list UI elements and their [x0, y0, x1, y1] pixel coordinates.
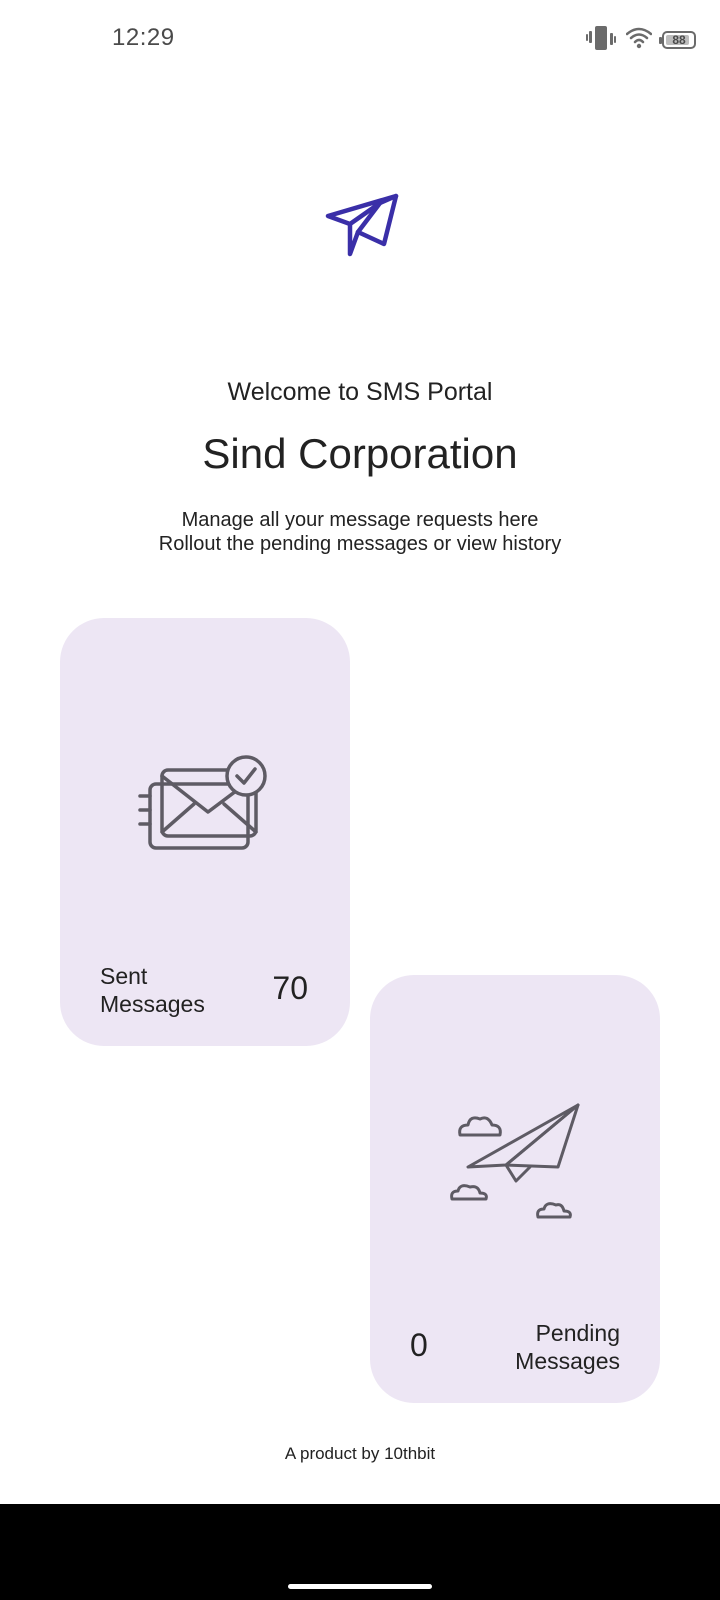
system-navigation-bar [0, 1504, 720, 1600]
subtitle: Manage all your message requests here Ro… [0, 508, 720, 556]
battery-icon: 88 [659, 31, 696, 49]
sent-label-line-2: Messages [100, 991, 205, 1017]
pending-messages-count: 0 [410, 1327, 428, 1363]
footer-credit: A product by 10thbit [284, 1444, 436, 1463]
pending-label-line-1: Pending [535, 1320, 620, 1346]
sent-label-line-1: Sent [100, 963, 148, 989]
pending-messages-card[interactable]: 0 Pending Messages [370, 975, 660, 1403]
sms-portal-home-screen: 12:29 88 Welcome to SMS Portal Sind Corp… [0, 0, 720, 1600]
home-gesture-bar[interactable] [288, 1584, 432, 1589]
status-bar: 12:29 88 [0, 0, 720, 80]
paper-plane-icon [324, 190, 400, 266]
status-icons: 88 [586, 25, 696, 56]
sent-envelope-icon [138, 754, 272, 854]
paper-plane-clouds-icon [448, 1101, 582, 1225]
battery-percentage: 88 [672, 33, 686, 47]
pending-label-line-2: Messages [515, 1348, 620, 1374]
status-time: 12:29 [112, 24, 175, 51]
wifi-icon [625, 27, 653, 54]
pending-messages-label: Pending Messages [515, 1319, 620, 1375]
vibrate-icon [586, 25, 616, 56]
sent-messages-count: 70 [272, 970, 308, 1006]
org-name: Sind Corporation [202, 430, 518, 477]
subtitle-line-1: Manage all your message requests here [181, 509, 539, 531]
subtitle-line-2: Rollout the pending messages or view his… [158, 533, 562, 555]
sent-messages-card[interactable]: Sent Messages 70 [60, 618, 350, 1046]
sent-messages-label: Sent Messages [100, 962, 205, 1018]
welcome-text: Welcome to SMS Portal [227, 378, 493, 406]
